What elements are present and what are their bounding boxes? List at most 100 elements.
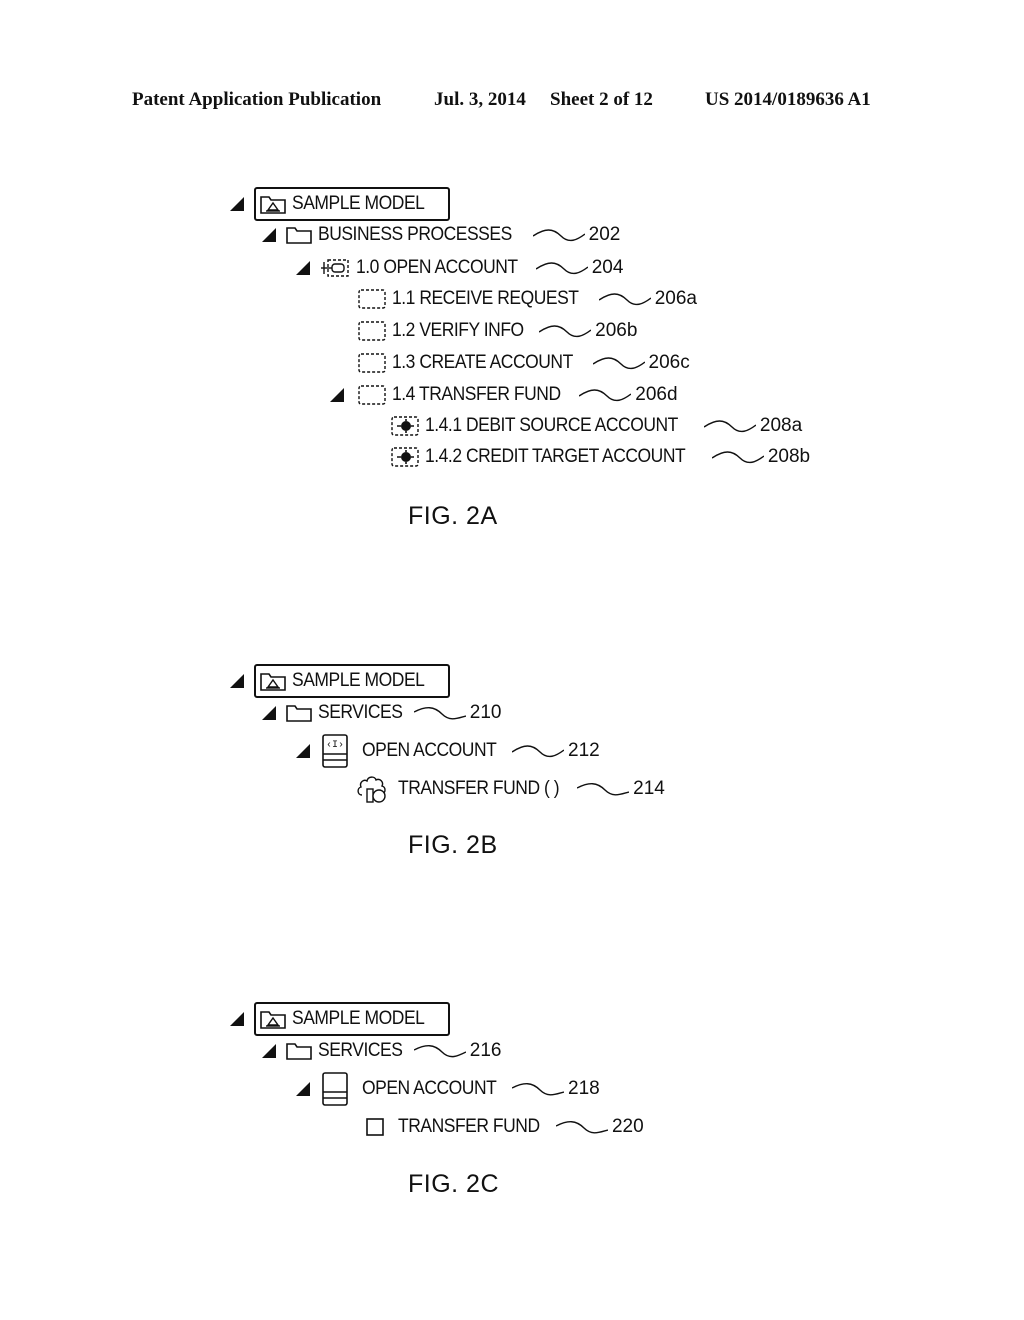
expand-triangle-icon[interactable] xyxy=(330,388,344,402)
publication-title: Patent Application Publication xyxy=(132,89,382,110)
node-label: OPEN ACCOUNT xyxy=(362,740,497,761)
reference-numeral: 204 xyxy=(591,257,624,278)
reference-numeral: 216 xyxy=(469,1040,502,1061)
node-label: SAMPLE MODEL xyxy=(292,670,425,691)
root-node-box[interactable]: SAMPLE MODEL xyxy=(254,1002,450,1036)
tree-row[interactable]: 1.3 CREATE ACCOUNT 206c xyxy=(358,350,690,376)
leader-line-icon xyxy=(413,707,466,720)
leader-line-icon xyxy=(592,357,645,370)
leader-line-icon xyxy=(413,1045,466,1058)
tree-row-root[interactable]: SAMPLE MODEL xyxy=(230,664,450,698)
folder-icon xyxy=(286,1043,312,1060)
tree-row[interactable]: 1.4.2 CREDIT TARGET ACCOUNT 208b xyxy=(391,444,810,470)
sheet-number: Sheet 2 of 12 xyxy=(550,89,653,110)
expand-triangle-icon[interactable] xyxy=(262,1044,276,1058)
folder-icon xyxy=(286,227,312,244)
reference-numeral: 210 xyxy=(469,702,502,723)
tree-row[interactable]: 1.4.1 DEBIT SOURCE ACCOUNT 208a xyxy=(391,413,802,439)
checkbox-icon[interactable] xyxy=(366,1118,384,1136)
leader-line-icon xyxy=(539,325,592,338)
service-icon xyxy=(322,1072,348,1106)
node-label: SAMPLE MODEL xyxy=(292,193,425,214)
root-node-box[interactable]: SAMPLE MODEL xyxy=(254,664,450,698)
tree-row[interactable]: 1.2 VERIFY INFO 206b xyxy=(358,318,637,344)
folder-icon xyxy=(286,705,312,722)
reference-numeral: 202 xyxy=(588,224,621,245)
leader-line-icon xyxy=(703,420,756,433)
figure-caption: FIG. 2A xyxy=(408,502,498,530)
tree-row[interactable]: TRANSFER FUND 220 xyxy=(366,1114,644,1140)
process-icon xyxy=(321,259,349,277)
reference-numeral: 206a xyxy=(654,288,698,309)
expand-triangle-icon[interactable] xyxy=(230,674,244,688)
node-label: 1.3 CREATE ACCOUNT xyxy=(392,352,573,373)
root-node-box[interactable]: SAMPLE MODEL xyxy=(254,187,450,221)
node-label: OPEN ACCOUNT xyxy=(362,1078,497,1099)
leader-line-icon xyxy=(512,745,565,758)
task-icon xyxy=(358,385,386,405)
model-folder-icon xyxy=(260,196,286,214)
model-folder-icon xyxy=(260,1011,286,1029)
tree-row[interactable]: ‹I› OPEN ACCOUNT 212 xyxy=(296,734,600,768)
tree-row[interactable]: OPEN ACCOUNT 218 xyxy=(296,1072,600,1106)
node-label: 1.4.1 DEBIT SOURCE ACCOUNT xyxy=(425,415,678,436)
tree-row[interactable]: SERVICES 210 xyxy=(262,700,501,726)
expand-triangle-icon[interactable] xyxy=(262,706,276,720)
expand-triangle-icon[interactable] xyxy=(230,1012,244,1026)
expand-triangle-icon[interactable] xyxy=(230,197,244,211)
reference-numeral: 212 xyxy=(568,740,600,761)
expand-triangle-icon[interactable] xyxy=(296,1082,310,1096)
subtask-gear-icon xyxy=(391,447,419,467)
reference-numeral: 206b xyxy=(595,320,638,341)
expand-triangle-icon[interactable] xyxy=(296,261,310,275)
service-interface-icon: ‹I› xyxy=(322,734,348,768)
tree-row[interactable]: TRANSFER FUND ( ) 214 xyxy=(356,774,665,804)
leader-line-icon xyxy=(555,1121,608,1134)
node-label: TRANSFER FUND ( ) xyxy=(398,778,560,799)
reference-numeral: 208a xyxy=(759,415,803,436)
reference-numeral: 220 xyxy=(611,1116,644,1137)
reference-numeral: 206d xyxy=(635,384,678,405)
model-folder-icon xyxy=(260,673,286,691)
leader-line-icon xyxy=(535,262,588,275)
reference-numeral: 214 xyxy=(633,778,665,799)
reference-numeral: 208b xyxy=(767,446,811,467)
node-label: 1.4 TRANSFER FUND xyxy=(392,384,561,405)
figure-caption: FIG. 2B xyxy=(408,831,498,859)
reference-numeral: 218 xyxy=(568,1078,600,1099)
operation-icon xyxy=(357,776,386,803)
figure-caption: FIG. 2C xyxy=(408,1170,500,1198)
tree-row[interactable]: 1.1 RECEIVE REQUEST 206a xyxy=(358,286,697,312)
node-label: TRANSFER FUND xyxy=(398,1116,540,1137)
leader-line-icon xyxy=(579,389,632,402)
leader-line-icon xyxy=(512,1083,565,1096)
tree-row[interactable]: BUSINESS PROCESSES 202 xyxy=(262,222,620,248)
leader-line-icon xyxy=(577,783,630,796)
leader-line-icon xyxy=(598,293,651,306)
node-label: SERVICES xyxy=(318,1040,403,1061)
tree-row[interactable]: 1.4 TRANSFER FUND 206d xyxy=(330,382,678,408)
node-label: 1.2 VERIFY INFO xyxy=(392,320,524,341)
reference-numeral: 206c xyxy=(648,352,690,373)
subtask-gear-icon xyxy=(391,416,419,436)
node-label: SAMPLE MODEL xyxy=(292,1008,425,1029)
publication-date: Jul. 3, 2014 xyxy=(434,89,526,110)
expand-triangle-icon[interactable] xyxy=(262,228,276,242)
expand-triangle-icon[interactable] xyxy=(296,744,310,758)
node-label: BUSINESS PROCESSES xyxy=(318,224,512,245)
tree-row-root[interactable]: SAMPLE MODEL xyxy=(230,1002,450,1036)
task-icon xyxy=(358,321,386,341)
tree-row[interactable]: 1.0 OPEN ACCOUNT 204 xyxy=(296,255,623,281)
node-label: 1.0 OPEN ACCOUNT xyxy=(356,257,518,278)
tree-row[interactable]: SERVICES 216 xyxy=(262,1038,501,1064)
task-icon xyxy=(358,353,386,373)
tree-row-root[interactable]: SAMPLE MODEL xyxy=(230,187,450,221)
leader-line-icon xyxy=(532,229,585,242)
task-icon xyxy=(358,289,386,309)
leader-line-icon xyxy=(711,451,764,464)
node-label: 1.4.2 CREDIT TARGET ACCOUNT xyxy=(425,446,686,467)
svg-text:‹I›: ‹I› xyxy=(326,740,344,751)
patent-number: US 2014/0189636 A1 xyxy=(705,89,871,110)
node-label: SERVICES xyxy=(318,702,403,723)
node-label: 1.1 RECEIVE REQUEST xyxy=(392,288,579,309)
